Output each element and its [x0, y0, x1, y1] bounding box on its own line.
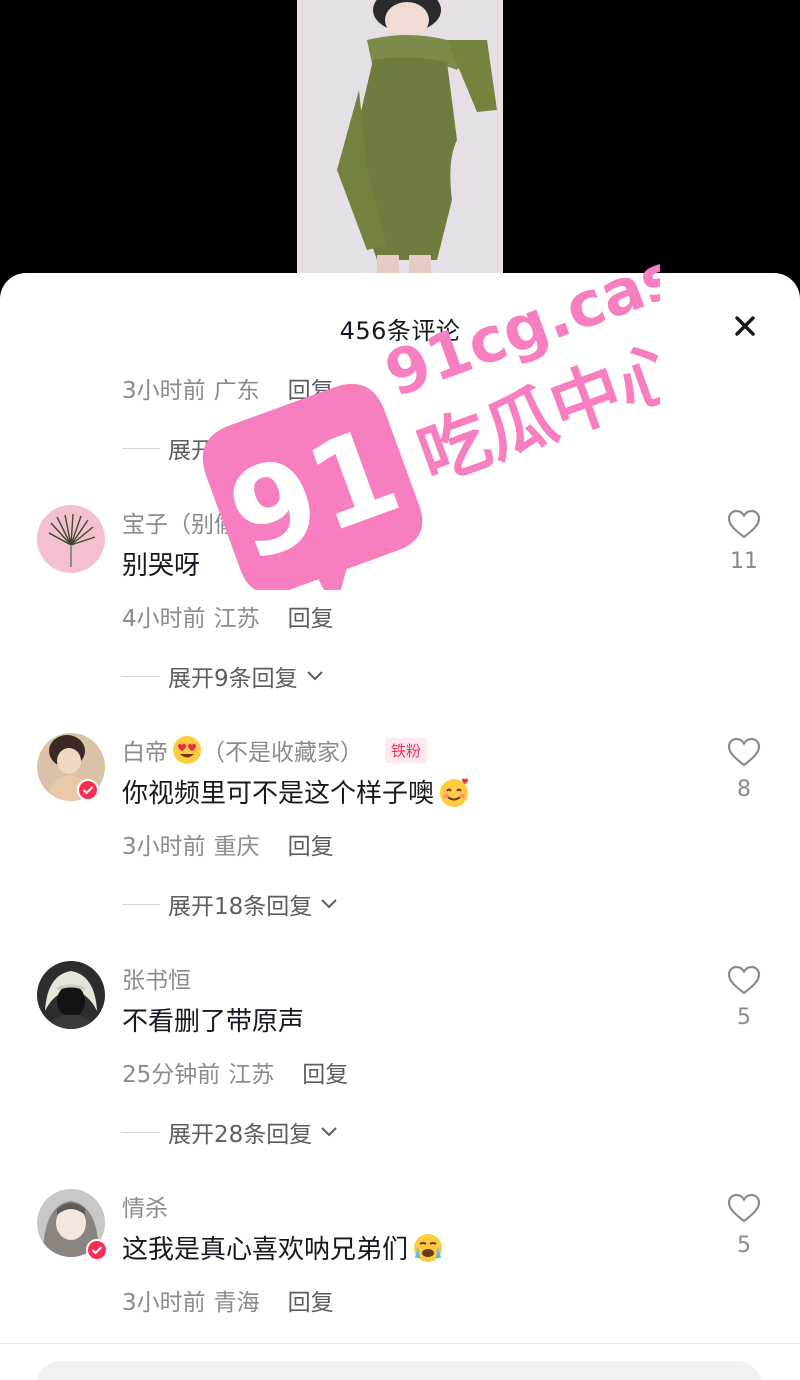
heart-icon — [727, 965, 761, 995]
chevron-down-icon — [320, 442, 338, 454]
comment-count-title: 456条评论 — [339, 317, 461, 345]
like-button[interactable]: 8 — [722, 737, 766, 802]
username-text: 白帝 — [122, 740, 168, 766]
expand-replies-label: 展开17条回复 — [168, 438, 313, 464]
verified-badge-icon — [86, 1239, 108, 1261]
chevron-down-icon — [306, 670, 324, 682]
comment-username[interactable]: 张书恒 — [122, 961, 191, 995]
expand-replies-label: 展开18条回复 — [168, 894, 313, 920]
comment-input[interactable] — [36, 1361, 762, 1380]
comment-location: 江苏 — [228, 1062, 275, 1088]
video-player[interactable] — [0, 0, 800, 300]
smiling-hearts-emoji-icon — [438, 776, 470, 808]
video-thumbnail[interactable] — [297, 0, 503, 290]
expand-replies-label: 展开9条回复 — [168, 666, 298, 692]
like-button[interactable]: 5 — [722, 1193, 766, 1258]
heart-eyes-emoji-icon — [172, 735, 202, 765]
reply-button[interactable]: 回复 — [288, 378, 334, 404]
heart-icon — [727, 509, 761, 539]
reply-button[interactable]: 回复 — [288, 834, 334, 860]
comment-location: 重庆 — [213, 834, 260, 860]
expand-replies-button[interactable]: 展开18条回复 — [122, 887, 338, 921]
comment-text: 这我是真心喜欢呐兄弟们 — [122, 1229, 444, 1266]
heart-icon — [727, 737, 761, 767]
username-suffix: （不是收藏家） — [202, 740, 363, 766]
comment-time: 3小时前 — [122, 378, 206, 404]
like-count: 8 — [737, 777, 751, 802]
chevron-down-icon — [320, 1126, 338, 1138]
divider-line — [122, 447, 160, 449]
like-button[interactable]: 11 — [722, 509, 766, 574]
expand-replies-button[interactable]: 展开9条回复 — [122, 659, 324, 693]
chevron-down-icon — [320, 898, 338, 910]
like-count: 5 — [737, 1233, 751, 1258]
avatar[interactable] — [37, 961, 105, 1029]
verified-badge-icon — [77, 779, 99, 801]
expand-replies-button[interactable]: 展开28条回复 — [122, 1115, 338, 1149]
fan-badge: 铁粉 — [385, 737, 428, 763]
comment-text: 你视频里可不是这个样子噢 — [122, 773, 470, 810]
expand-replies-button[interactable]: 展开17条回复 — [122, 431, 338, 465]
comments-sheet: 456条评论 3小时前 广东 回复 展开17条回复 宝子（别偷看我顶置视频） 别哭呀… — [0, 273, 800, 1380]
reply-button[interactable]: 回复 — [288, 1290, 334, 1316]
comment-time: 3小时前 — [122, 834, 206, 860]
like-count: 5 — [737, 1005, 751, 1030]
comment-time: 25分钟前 — [122, 1062, 221, 1088]
comment-location: 广东 — [213, 378, 260, 404]
comment-meta: 4小时前 江苏 回复 — [122, 599, 334, 633]
comment-time: 4小时前 — [122, 606, 206, 632]
close-icon — [735, 316, 755, 336]
close-button[interactable] — [728, 309, 762, 343]
divider-line — [122, 903, 160, 905]
comment-text: 别哭呀 — [122, 551, 201, 581]
input-divider — [0, 1343, 800, 1344]
comment-text-content: 你视频里可不是这个样子噢 — [122, 779, 435, 809]
comment-time: 3小时前 — [122, 1290, 206, 1316]
reply-button[interactable]: 回复 — [302, 1062, 348, 1088]
like-button[interactable]: 5 — [722, 965, 766, 1030]
avatar[interactable] — [37, 505, 105, 573]
comment-meta: 3小时前 重庆 回复 — [122, 827, 334, 861]
comment-meta: 3小时前 青海 回复 — [122, 1283, 334, 1317]
expand-replies-label: 展开28条回复 — [168, 1122, 313, 1148]
comment-username[interactable]: 宝子（别偷看我顶置视频） — [122, 505, 398, 539]
comment-location: 青海 — [213, 1290, 260, 1316]
comment-meta: 25分钟前 江苏 回复 — [122, 1055, 348, 1089]
divider-line — [122, 1131, 160, 1133]
crying-emoji-icon — [412, 1232, 444, 1264]
heart-icon — [727, 1193, 761, 1223]
comment-location: 江苏 — [213, 606, 260, 632]
reply-button[interactable]: 回复 — [288, 606, 334, 632]
comment-username[interactable]: 情杀 — [122, 1189, 168, 1223]
comment-username[interactable]: 白帝 （不是收藏家） 铁粉 — [122, 733, 428, 767]
comment-text: 不看删了带原声 — [122, 1007, 305, 1037]
like-count: 11 — [730, 549, 758, 574]
comment-text-content: 这我是真心喜欢呐兄弟们 — [122, 1235, 409, 1265]
comment-meta: 3小时前 广东 回复 — [122, 371, 334, 405]
divider-line — [122, 675, 160, 677]
